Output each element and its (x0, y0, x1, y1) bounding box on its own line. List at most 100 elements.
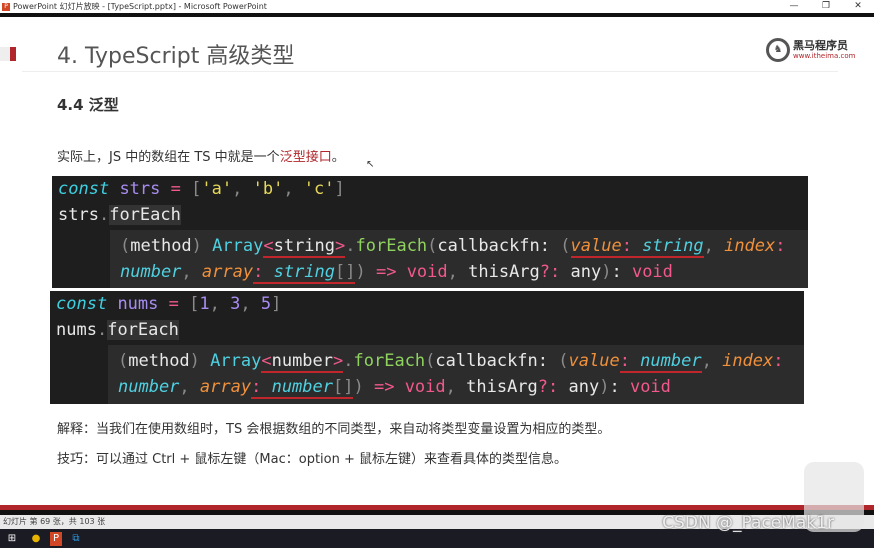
code-token: , (232, 179, 253, 199)
code-token: forEach (107, 320, 179, 340)
intro-highlight: 泛型接口 (279, 150, 332, 165)
code-token: > (335, 236, 346, 258)
powerpoint-icon[interactable]: P (50, 531, 62, 546)
tip-note: 技巧：可以通过 Ctrl + 鼠标左键（Mac：option + 鼠标左键）来查… (57, 452, 568, 467)
explanation-note: 解释：当我们在使用数组时，TS 会根据数组的不同类型，来自动将类型变量设置为相应… (57, 422, 611, 437)
horse-logo-icon: ♞ (766, 38, 790, 62)
code-token: array (201, 262, 254, 282)
mouse-cursor-icon: ↖ (366, 159, 375, 170)
logo-name: 黑马程序员 (793, 39, 848, 52)
code-token: ( (425, 351, 436, 371)
code-token: : (611, 262, 632, 282)
code-token: : (773, 351, 784, 371)
code-token: , (209, 294, 231, 314)
code-line: const strs = ['a', 'b', 'c'] (58, 177, 345, 201)
code-token: , (445, 377, 467, 397)
code-token: . (345, 236, 356, 256)
code-token: index (722, 351, 774, 371)
code-token: = (170, 179, 181, 199)
code-token: : (621, 236, 632, 258)
code-token: ( (427, 236, 438, 256)
code-token: . (98, 205, 110, 225)
code-token: , (701, 351, 723, 371)
code-token: string (273, 236, 336, 258)
windows-start-icon[interactable]: ⊞ (2, 532, 22, 546)
code-token: ?: (537, 377, 559, 397)
code-token: , (283, 179, 304, 199)
code-token: string (263, 262, 335, 284)
chrome-icon[interactable]: ● (26, 532, 46, 546)
code-token: Array (210, 351, 262, 371)
code-token: . (343, 351, 354, 371)
code-line: (method) Array<string>.forEach(callbackf… (120, 234, 786, 258)
code-token: 1 (199, 294, 210, 314)
code-line: number, array: string[]) => void, thisAr… (120, 260, 673, 284)
code-token: number (271, 351, 334, 373)
powerpoint-icon: P (2, 2, 10, 11)
code-token: ( (560, 236, 571, 256)
code-token: thisArg (468, 262, 540, 282)
code-token: ) (601, 262, 612, 282)
code-token: ) (599, 377, 610, 397)
code-token: [ (189, 294, 200, 314)
code-token: : (619, 351, 630, 373)
code-token: , (181, 262, 202, 282)
code-token: number (261, 377, 333, 399)
code-line: (method) Array<number>.forEach(callbackf… (118, 349, 784, 373)
code-token: string (631, 236, 704, 258)
code-token: < (261, 351, 272, 373)
code-token: index (724, 236, 776, 256)
code-token: void (629, 377, 671, 397)
intro-text: 实际上，JS 中的数组在 TS 中就是一个泛型接口。 (57, 146, 345, 165)
vscode-icon[interactable]: ⧉ (66, 532, 86, 546)
title-bar: P PowerPoint 幻灯片放映 - [TypeScript.pptx] -… (0, 0, 874, 13)
code-token: ( (118, 351, 129, 371)
code-token: 5 (260, 294, 272, 314)
minimize-button[interactable]: — (778, 0, 810, 13)
code-token: : (775, 236, 786, 256)
code-token: 'b' (252, 179, 284, 199)
code-token: strs (119, 179, 161, 199)
code-token: [ (191, 179, 202, 199)
restore-button[interactable]: ❐ (810, 0, 842, 13)
code-token: 'c' (303, 179, 335, 199)
code-token: value (570, 236, 622, 258)
code-line: strs.forEach (58, 203, 181, 227)
code-token: ) (191, 236, 213, 256)
code-token: => (375, 262, 397, 282)
intro-main: 实际上，JS 中的数组在 TS 中就是一个 (57, 150, 280, 165)
code-token: 3 (230, 294, 241, 314)
logo-url: www.itheima.com (793, 52, 856, 60)
code-token: [] (335, 262, 356, 284)
code-token: value (568, 351, 620, 371)
slide-title: 4. TypeScript 高级类型 (57, 44, 295, 69)
intro-end: 。 (331, 150, 345, 165)
title-accent-grey (0, 47, 10, 61)
code-line: const nums = [1, 3, 5] (56, 292, 281, 316)
code-token: callbackfn: (435, 351, 559, 371)
close-button[interactable]: ✕ (842, 0, 874, 13)
code-token: ) (189, 351, 211, 371)
code-token: void (394, 377, 446, 397)
code-token: 'a' (201, 179, 233, 199)
code-token: ( (558, 351, 569, 371)
code-token: number (120, 262, 182, 282)
code-token: [] (333, 377, 354, 399)
code-token: ?: (539, 262, 561, 282)
code-token: => (373, 377, 395, 397)
code-token: : (251, 377, 262, 399)
watermark: CSDN @_PaceMak1r (662, 513, 834, 533)
logo: ♞ 黑马程序员 www.itheima.com (766, 38, 855, 62)
code-token: any (560, 262, 602, 282)
code-token: = (168, 294, 179, 314)
code-token: void (396, 262, 448, 282)
code-token: method (128, 351, 190, 371)
code-line: number, array: number[]) => void, thisAr… (118, 375, 671, 399)
code-token: ) (355, 262, 376, 282)
code-token: : (253, 262, 264, 284)
code-token: const (56, 294, 108, 314)
code-token: ] (271, 294, 282, 314)
